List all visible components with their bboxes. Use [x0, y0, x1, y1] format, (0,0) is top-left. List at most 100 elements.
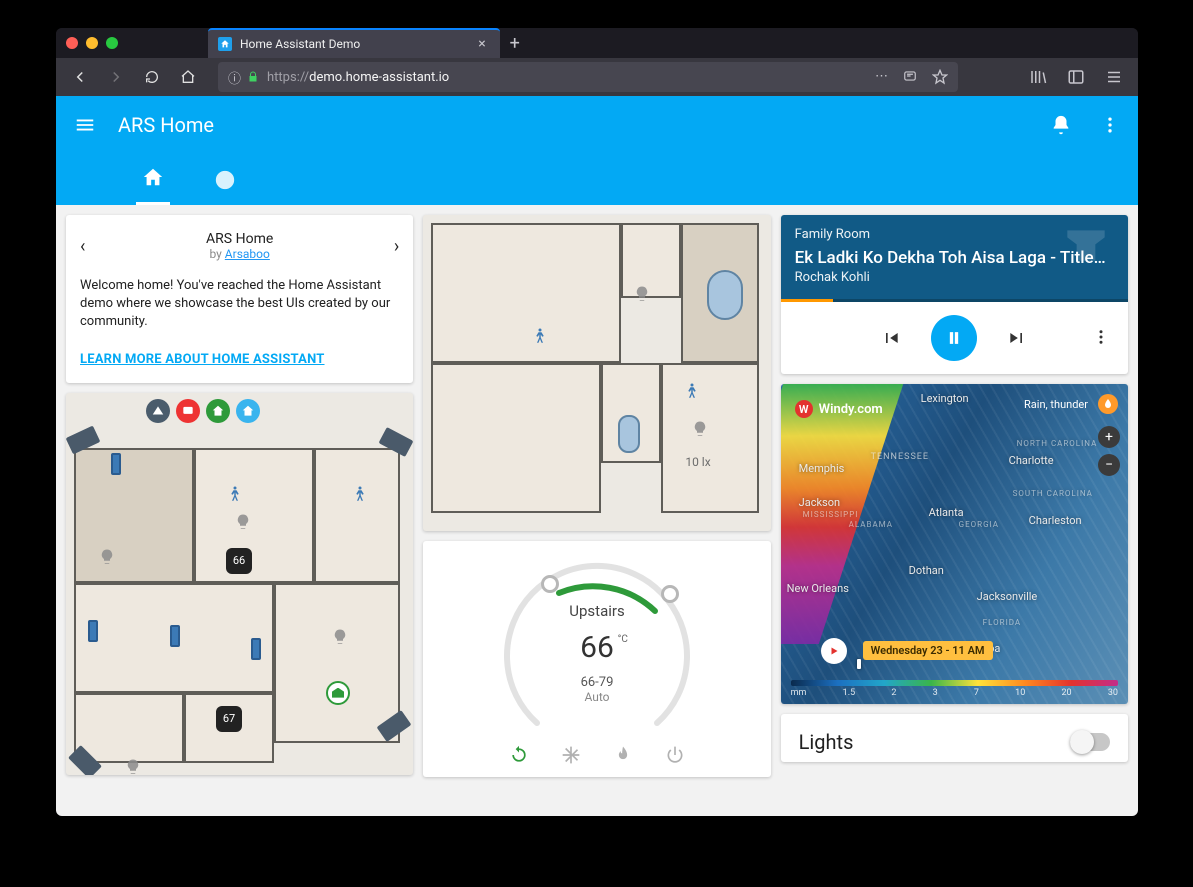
map-state: MISSISSIPPI — [803, 510, 859, 519]
lights-title: Lights — [799, 730, 854, 754]
light-icon[interactable] — [633, 285, 651, 303]
tab-title: Home Assistant Demo — [240, 37, 360, 51]
light-icon[interactable] — [124, 758, 142, 775]
welcome-next-icon[interactable]: › — [394, 236, 399, 257]
map-state: TENNESSEE — [871, 452, 929, 462]
window-maximize[interactable] — [106, 37, 118, 49]
floorplan-main-card[interactable]: 66 67 — [66, 393, 413, 775]
door-icon[interactable] — [170, 625, 180, 647]
welcome-prev-icon[interactable]: ‹ — [80, 236, 85, 257]
scale-tick: 7 — [974, 688, 979, 698]
floorplan-icon-row — [146, 399, 260, 423]
media-pause-button[interactable] — [931, 315, 977, 361]
light-icon[interactable] — [234, 513, 252, 531]
url-domain: demo.home-assistant.io — [309, 70, 449, 85]
map-city: Jacksonville — [977, 590, 1038, 603]
weather-brand-label: Windy.com — [819, 402, 883, 417]
weather-time-badge: Wednesday 23 - 11 AM — [863, 641, 993, 660]
motion-icon[interactable] — [226, 483, 244, 505]
weather-layer-label[interactable]: Rain, thunder — [1024, 398, 1088, 411]
weather-brand[interactable]: W Windy.com — [795, 400, 883, 418]
welcome-body: Welcome home! You've reached the Home As… — [80, 277, 399, 332]
zoom-in-button[interactable]: + — [1098, 426, 1120, 448]
weather-layer-icon[interactable] — [1098, 394, 1118, 414]
reader-mode-icon[interactable] — [902, 69, 918, 85]
zoom-out-button[interactable]: − — [1098, 454, 1120, 476]
motion-icon[interactable] — [351, 483, 369, 505]
thermostat-badge[interactable]: 66 — [226, 548, 252, 574]
scale-tick: 3 — [933, 688, 938, 698]
browser-toolbar: ⓘ https:// demo.home-assistant.io ⋯ — [56, 58, 1138, 96]
nav-reload-button[interactable] — [136, 61, 168, 93]
map-state: ALABAMA — [849, 520, 893, 529]
lights-toggle[interactable] — [1070, 733, 1110, 751]
thermostat-badge[interactable]: 67 — [216, 706, 242, 732]
welcome-author-link[interactable]: Arsaboo — [225, 247, 270, 261]
app-menu-icon[interactable] — [1098, 61, 1130, 93]
page-actions-icon[interactable]: ⋯ — [875, 69, 888, 85]
notifications-icon[interactable] — [1050, 114, 1072, 136]
learn-more-link[interactable]: LEARN MORE ABOUT HOME ASSISTANT — [80, 352, 399, 367]
scale-tick: 10 — [1015, 688, 1025, 698]
scale-tick: 30 — [1108, 688, 1118, 698]
weather-play-button[interactable] — [821, 638, 847, 664]
map-state: FLORIDA — [983, 618, 1021, 627]
scene-icon-3[interactable] — [206, 399, 230, 423]
tab-close-icon[interactable]: × — [478, 36, 485, 52]
motion-icon[interactable] — [683, 380, 701, 402]
light-icon[interactable] — [331, 628, 349, 646]
door-icon[interactable] — [88, 620, 98, 642]
tab-info[interactable] — [208, 155, 242, 205]
door-icon[interactable] — [111, 453, 121, 475]
window-close[interactable] — [66, 37, 78, 49]
media-artist: Rochak Kohli — [795, 270, 1114, 285]
lock-icon — [247, 71, 259, 83]
page-title: ARS Home — [118, 113, 214, 137]
lights-card: Lights — [781, 714, 1128, 762]
scene-icon-4[interactable] — [236, 399, 260, 423]
thermostat-card[interactable]: Upstairs 66°C 66-79 Auto — [423, 541, 770, 777]
dashboard-grid: ‹ ARS Home by Arsaboo › Welcome home! Yo… — [56, 205, 1138, 816]
floorplan-upstairs-card[interactable]: 10 lx — [423, 215, 770, 531]
light-icon[interactable] — [98, 548, 116, 566]
windy-logo-icon: W — [795, 400, 813, 418]
media-prev-button[interactable] — [881, 328, 901, 348]
scale-tick: 2 — [891, 688, 896, 698]
url-scheme: https:// — [267, 70, 309, 85]
map-state: GEORGIA — [959, 520, 999, 529]
scene-icon-1[interactable] — [146, 399, 170, 423]
bookmark-star-icon[interactable] — [932, 69, 948, 85]
scene-icon-2[interactable] — [176, 399, 200, 423]
nav-back-button[interactable] — [64, 61, 96, 93]
welcome-card: ‹ ARS Home by Arsaboo › Welcome home! Yo… — [66, 215, 413, 383]
weather-map-card[interactable]: W Windy.com Rain, thunder + − Lexington … — [781, 384, 1128, 704]
garage-icon[interactable] — [326, 681, 350, 705]
thermostat-unit: °C — [618, 634, 628, 645]
window-minimize[interactable] — [86, 37, 98, 49]
scale-tick: 1.5 — [843, 688, 856, 698]
scale-tick: 20 — [1061, 688, 1071, 698]
weather-timeline[interactable]: Wednesday 23 - 11 AM — [821, 638, 1116, 664]
motion-icon[interactable] — [531, 325, 549, 347]
media-more-icon[interactable] — [1092, 328, 1110, 346]
site-info-icon[interactable]: ⓘ — [228, 68, 241, 87]
map-city: Charlotte — [1009, 454, 1054, 467]
media-next-button[interactable] — [1007, 328, 1027, 348]
map-city: Memphis — [799, 462, 845, 475]
url-bar[interactable]: ⓘ https:// demo.home-assistant.io ⋯ — [218, 62, 958, 92]
library-icon[interactable] — [1022, 61, 1054, 93]
door-icon[interactable] — [251, 638, 261, 660]
overflow-menu-icon[interactable] — [1100, 115, 1120, 135]
nav-home-button[interactable] — [172, 61, 204, 93]
light-icon[interactable] — [691, 420, 709, 438]
app-header: ARS Home — [56, 96, 1138, 153]
thermostat-mode: Auto — [584, 690, 609, 704]
tab-home[interactable] — [136, 152, 170, 205]
browser-window: Home Assistant Demo × + ⓘ https:// demo.… — [56, 28, 1138, 816]
sidebar-menu-button[interactable] — [74, 114, 102, 136]
titlebar: Home Assistant Demo × + — [56, 28, 1138, 58]
sidebar-toggle-icon[interactable] — [1060, 61, 1092, 93]
map-state: NORTH CAROLINA — [1017, 439, 1098, 448]
new-tab-button[interactable]: + — [500, 33, 530, 54]
browser-tab[interactable]: Home Assistant Demo × — [208, 28, 500, 58]
